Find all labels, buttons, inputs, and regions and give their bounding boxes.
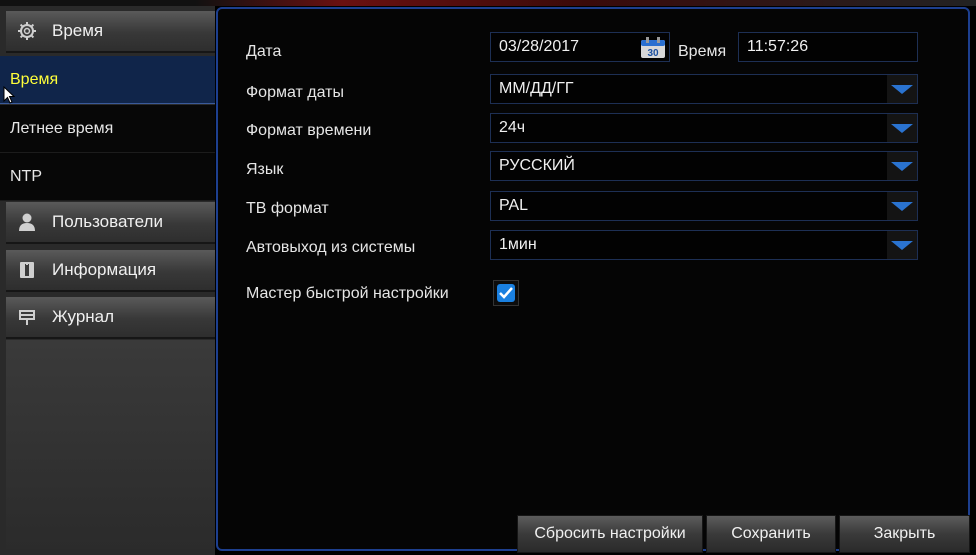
category-log[interactable]: Журнал <box>6 297 215 339</box>
mouse-cursor-icon <box>3 85 16 109</box>
user-icon <box>16 211 38 233</box>
wizard-label: Мастер быстрой настройки <box>246 285 449 302</box>
chevron-down-icon[interactable] <box>887 192 917 220</box>
log-icon <box>16 306 38 328</box>
category-log-label: Журнал <box>52 307 115 326</box>
language-label: Язык <box>246 161 284 178</box>
time-format-label: Формат времени <box>246 122 372 139</box>
chevron-down-icon[interactable] <box>887 231 917 259</box>
chevron-down-icon[interactable] <box>887 152 917 180</box>
checkmark-icon <box>497 284 515 302</box>
chevron-down-icon[interactable] <box>887 75 917 103</box>
gear-icon <box>16 20 38 42</box>
info-book-icon <box>16 259 38 281</box>
sidebar-item-label: NTP <box>10 167 42 185</box>
language-value: РУССКИЙ <box>499 157 575 174</box>
time-format-dropdown[interactable]: 24ч <box>490 113 918 143</box>
time-value: 11:57:26 <box>747 38 809 55</box>
category-users[interactable]: Пользователи <box>6 202 215 244</box>
sidebar-item-label: Время <box>10 70 59 88</box>
date-format-dropdown[interactable]: ММ/ДД/ГГ <box>490 74 918 104</box>
calendar-day: 30 <box>647 48 659 59</box>
sidebar-item-ntp[interactable]: NTP <box>0 153 215 201</box>
tv-format-label: ТВ формат <box>246 200 329 217</box>
time-label: Время <box>678 43 727 60</box>
category-time[interactable]: Время <box>6 11 215 53</box>
date-value: 03/28/2017 <box>499 38 580 55</box>
time-format-value: 24ч <box>499 119 526 136</box>
category-info[interactable]: Информация <box>6 250 215 292</box>
reset-button[interactable]: Сбросить настройки <box>517 515 703 553</box>
date-format-label: Формат даты <box>246 84 344 101</box>
category-time-label: Время <box>52 21 104 40</box>
auto-logout-value: 1мин <box>499 236 537 253</box>
calendar-icon[interactable]: 30 <box>640 37 666 59</box>
date-format-value: ММ/ДД/ГГ <box>499 80 574 97</box>
sidebar-item-time[interactable]: Время <box>0 56 215 104</box>
tv-format-dropdown[interactable]: PAL <box>490 191 918 221</box>
close-button[interactable]: Закрыть <box>839 515 970 553</box>
sidebar-item-label: Летнее время <box>10 119 114 137</box>
tv-format-value: PAL <box>499 197 529 214</box>
category-info-label: Информация <box>52 260 157 279</box>
auto-logout-label: Автовыход из системы <box>246 239 416 256</box>
sidebar-empty-area <box>6 340 215 549</box>
time-field[interactable]: 11:57:26 <box>738 32 918 62</box>
category-users-label: Пользователи <box>52 212 163 231</box>
language-dropdown[interactable]: РУССКИЙ <box>490 151 918 181</box>
save-button[interactable]: Сохранить <box>706 515 836 553</box>
date-label: Дата <box>246 43 282 60</box>
auto-logout-dropdown[interactable]: 1мин <box>490 230 918 260</box>
sidebar-item-dst[interactable]: Летнее время <box>0 105 215 153</box>
wizard-checkbox[interactable] <box>493 280 519 306</box>
chevron-down-icon[interactable] <box>887 114 917 142</box>
